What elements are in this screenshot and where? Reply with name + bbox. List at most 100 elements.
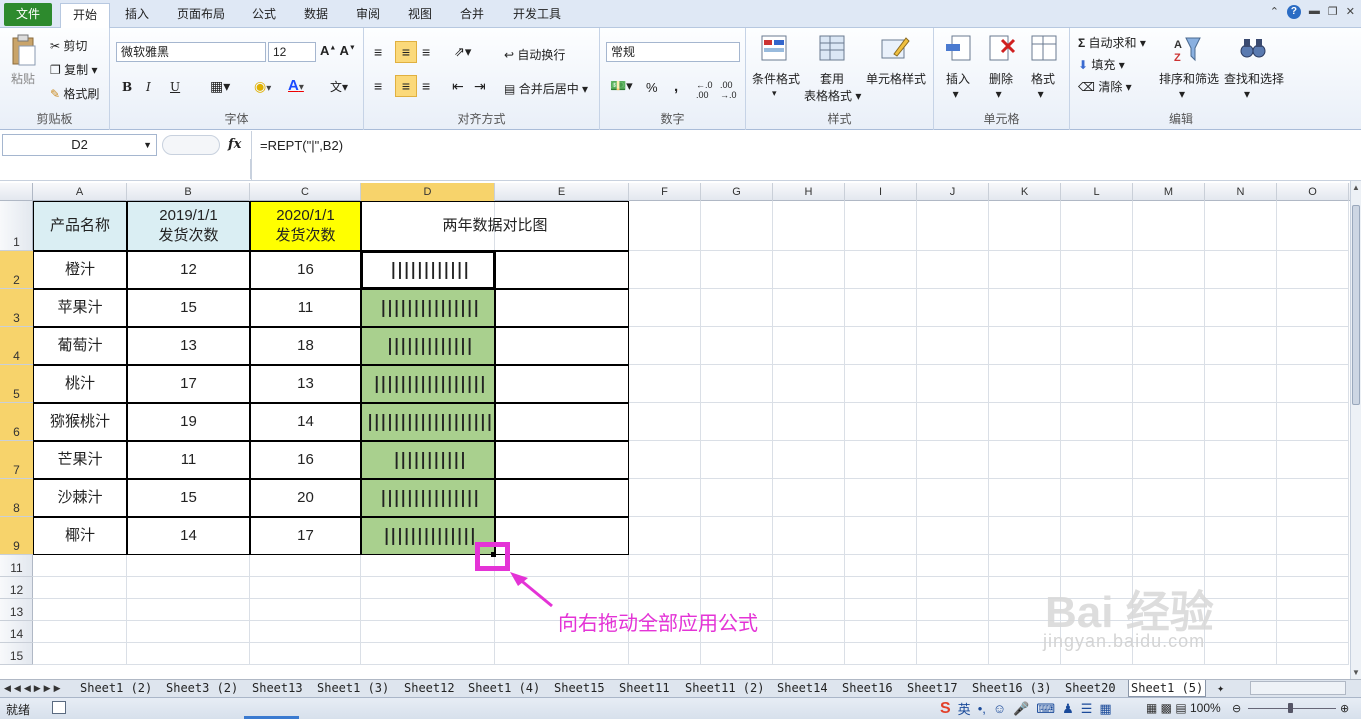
autosum-button[interactable]: Σ 自动求和 ▾ <box>1078 34 1146 51</box>
bold-button[interactable]: B <box>122 80 132 94</box>
shirt-icon[interactable]: ☰ <box>1081 701 1093 717</box>
fill-color-icon[interactable]: ◉▾ <box>254 78 271 95</box>
cell-e-empty[interactable] <box>495 441 629 479</box>
insert-button[interactable]: 插入 ▾ <box>946 70 970 101</box>
decrease-decimal-icon[interactable]: .00 →.0 <box>720 80 737 100</box>
collapse-ribbon-icon[interactable]: ⌃ <box>1270 5 1279 19</box>
cell-product-name[interactable]: 猕猴桃汁 <box>33 403 127 441</box>
row-header-5[interactable]: 5 <box>0 365 33 403</box>
vertical-scroll-thumb[interactable] <box>1352 205 1360 405</box>
cell-bar-chart[interactable]: ||||||||||||||||| <box>361 365 495 403</box>
row-header-12[interactable]: 12 <box>0 577 33 599</box>
cell-styles-button[interactable]: 单元格样式 <box>866 70 926 87</box>
row-header-14[interactable]: 14 <box>0 621 33 643</box>
column-header-n[interactable]: N <box>1205 183 1277 201</box>
find-select-button[interactable]: 查找和选择 ▾ <box>1224 70 1284 101</box>
conditional-format-button[interactable]: 条件格式 <box>752 70 800 87</box>
zoom-in-icon[interactable]: ⊕ <box>1340 702 1349 715</box>
cell-2019-count[interactable]: 11 <box>127 441 250 479</box>
header-product-name[interactable]: 产品名称 <box>33 201 127 251</box>
header-2019[interactable]: 2019/1/1 发货次数 <box>127 201 250 251</box>
cell-bar-chart[interactable]: ||||||||||||||| <box>361 289 495 327</box>
sheet-tab[interactable]: Sheet13 <box>250 680 305 697</box>
cell-bar-chart[interactable]: ||||||||||||| <box>361 327 495 365</box>
help-icon[interactable]: ? <box>1286 5 1301 19</box>
table-format-button[interactable]: 表格格式 ▾ <box>804 87 861 104</box>
row-header-11[interactable]: 11 <box>0 555 33 577</box>
cell-2020-count[interactable]: 16 <box>250 441 361 479</box>
column-header-e[interactable]: E <box>495 183 629 201</box>
row-header-13[interactable]: 13 <box>0 599 33 621</box>
sheet-tab[interactable]: Sheet1 (2) <box>78 680 154 697</box>
column-header-i[interactable]: I <box>845 183 917 201</box>
row-header-1[interactable]: 1 <box>0 201 33 251</box>
comma-button[interactable]: , <box>674 78 678 95</box>
cell-bar-chart[interactable]: ||||||||||||||||||| <box>361 403 495 441</box>
new-sheet-icon[interactable]: ✦ <box>1215 680 1226 697</box>
column-header-f[interactable]: F <box>629 183 701 201</box>
column-header-k[interactable]: K <box>989 183 1061 201</box>
sheet-tab[interactable]: Sheet11 <box>617 680 672 697</box>
format-cells-icon[interactable] <box>1030 34 1058 65</box>
merge-center-button[interactable]: ▤ 合并后居中 ▾ <box>504 80 588 97</box>
fill-handle[interactable] <box>491 552 496 557</box>
row-header-4[interactable]: 4 <box>0 327 33 365</box>
paste-icon[interactable] <box>10 34 40 68</box>
row-header-6[interactable]: 6 <box>0 403 33 441</box>
person-icon[interactable]: ♟ <box>1062 701 1074 717</box>
delete-cells-icon[interactable] <box>988 34 1016 65</box>
cell-2020-count[interactable]: 16 <box>250 251 361 289</box>
tab-page-layout[interactable]: 页面布局 <box>170 3 232 28</box>
cell-bar-chart[interactable]: ||||||||||| <box>361 441 495 479</box>
tab-formulas[interactable]: 公式 <box>244 3 284 28</box>
cell-2020-count[interactable]: 18 <box>250 327 361 365</box>
spreadsheet-grid[interactable]: ABCDEFGHIJKLMNO 1 2 3 4 5 6 7 8 9 11 12 13 14 15 产品名称… <box>0 183 1350 678</box>
view-buttons[interactable]: ▦ ▩ ▤ <box>1146 701 1187 715</box>
copy-button[interactable]: ❐ 复制 ▾ <box>50 61 97 78</box>
row-header-9[interactable]: 9 <box>0 517 33 555</box>
cell-e-empty[interactable] <box>495 479 629 517</box>
column-header-o[interactable]: O <box>1277 183 1349 201</box>
grow-font-icon[interactable]: A▲ A▼ <box>320 43 356 58</box>
cell-product-name[interactable]: 芒果汁 <box>33 441 127 479</box>
align-left-icon[interactable]: ≡ <box>374 78 382 94</box>
percent-button[interactable]: % <box>646 80 658 95</box>
zoom-level[interactable]: 100% <box>1190 701 1221 715</box>
cell-e-empty[interactable] <box>495 251 629 289</box>
conditional-format-icon[interactable] <box>760 34 788 65</box>
fill-handle-highlight[interactable] <box>475 542 510 571</box>
name-box[interactable]: D2 ▼ <box>2 134 157 156</box>
cell-styles-icon[interactable] <box>880 34 910 65</box>
align-middle-icon[interactable]: ≡ <box>395 41 417 63</box>
tab-merge[interactable]: 合并 <box>452 3 492 28</box>
column-header-l[interactable]: L <box>1061 183 1133 201</box>
insert-function-icon[interactable]: fx <box>228 137 241 152</box>
cell-bar-chart[interactable]: ||||||||||||||| <box>361 479 495 517</box>
mic-icon[interactable]: 🎤 <box>1013 701 1029 717</box>
insert-cells-icon[interactable] <box>944 34 972 65</box>
cell-2020-count[interactable]: 13 <box>250 365 361 403</box>
column-header-m[interactable]: M <box>1133 183 1205 201</box>
sheet-tab[interactable]: Sheet1 (5) <box>1128 680 1207 697</box>
column-header-a[interactable]: A <box>33 183 127 201</box>
select-all-corner[interactable] <box>0 183 33 201</box>
cell-e-empty[interactable] <box>495 289 629 327</box>
cell-product-name[interactable]: 椰汁 <box>33 517 127 555</box>
column-header-j[interactable]: J <box>917 183 989 201</box>
cell-bar-chart[interactable]: |||||||||||| <box>361 251 495 289</box>
sheet-tab[interactable]: Sheet20 <box>1063 680 1118 697</box>
font-name-select[interactable]: 微软雅黑 <box>116 42 266 62</box>
column-header-h[interactable]: H <box>773 183 845 201</box>
zoom-slider[interactable] <box>1248 703 1336 713</box>
cell-e-empty[interactable] <box>495 517 629 555</box>
column-header-c[interactable]: C <box>250 183 361 201</box>
font-color-icon[interactable]: A▾ <box>288 77 304 94</box>
font-size-select[interactable]: 12 <box>268 42 316 62</box>
macro-record-icon[interactable] <box>52 701 66 714</box>
cell-2019-count[interactable]: 12 <box>127 251 250 289</box>
sheet-tab[interactable]: Sheet16 <box>840 680 895 697</box>
row-header-15[interactable]: 15 <box>0 643 33 665</box>
phonetic-icon[interactable]: 文▾ <box>330 78 348 95</box>
align-center-icon[interactable]: ≡ <box>395 75 417 97</box>
cell-product-name[interactable]: 橙汁 <box>33 251 127 289</box>
